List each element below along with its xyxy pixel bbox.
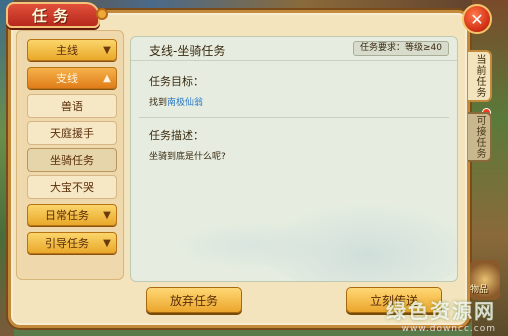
- watermark-main: 绿色资源网: [386, 299, 496, 323]
- chevron-down-icon: ▼: [103, 209, 111, 221]
- tab-current-quests[interactable]: 当前任务: [468, 50, 492, 102]
- item-bag-label: 物品: [470, 285, 489, 295]
- close-icon: ✕: [470, 9, 484, 29]
- menu-subitem-mount-quest[interactable]: 坐骑任务: [27, 148, 117, 172]
- close-button[interactable]: ✕: [462, 4, 492, 34]
- abandon-quest-button[interactable]: 放弃任务: [146, 287, 242, 313]
- tab-available-quests[interactable]: 可接任务: [468, 112, 492, 162]
- tab-label: 可接任务: [474, 115, 485, 159]
- chevron-up-icon: ▲: [103, 72, 111, 84]
- quest-description-label: 任务描述：: [149, 129, 204, 142]
- quest-title: 支线-坐骑任务: [149, 44, 226, 58]
- quest-header: 支线-坐骑任务 任务要求：等级≥40: [131, 37, 457, 61]
- quest-goal-text: 找到南极仙翁: [149, 95, 203, 108]
- menu-category-daily[interactable]: 日常任务 ▼: [27, 204, 117, 226]
- quest-goal-label: 任务目标：: [149, 75, 204, 88]
- chevron-down-icon: ▼: [103, 237, 111, 249]
- quest-goal-prefix: 找到: [149, 98, 168, 108]
- menu-category-label: 主线: [56, 44, 78, 57]
- quest-detail-panel: 支线-坐骑任务 任务要求：等级≥40 任务目标： 找到南极仙翁 任务描述： 坐骑…: [130, 36, 458, 282]
- menu-subitem-label: 坐骑任务: [50, 154, 94, 167]
- quest-requirement-badge: 任务要求：等级≥40: [353, 41, 449, 56]
- window-title-banner: 任务: [6, 2, 100, 28]
- menu-subitem-label: 兽语: [61, 100, 83, 113]
- menu-category-side[interactable]: 支线 ▲: [27, 67, 117, 89]
- menu-category-main[interactable]: 主线 ▼: [27, 39, 117, 61]
- menu-subitem-label: 大宝不哭: [50, 181, 94, 194]
- title-ornament-icon: [96, 8, 108, 20]
- menu-category-label: 支线: [56, 72, 78, 85]
- menu-subitem-heaven-aid[interactable]: 天庭援手: [27, 121, 117, 145]
- section-divider: [139, 117, 449, 118]
- menu-category-guide[interactable]: 引导任务 ▼: [27, 232, 117, 254]
- quest-description-text: 坐骑到底是什么呢?: [149, 152, 226, 162]
- window-title: 任务: [31, 6, 74, 25]
- watermark-url: www.downcc.com: [401, 324, 496, 334]
- watermark: 绿色资源网 www.downcc.com: [386, 295, 496, 334]
- menu-category-label: 引导任务: [45, 237, 89, 250]
- cloud-decoration: [171, 221, 331, 271]
- abandon-quest-label: 放弃任务: [169, 293, 218, 308]
- menu-subitem-beast-language[interactable]: 兽语: [27, 94, 117, 118]
- chevron-down-icon: ▼: [103, 44, 111, 56]
- tab-label: 当前任务: [474, 54, 485, 98]
- quest-category-menu: 主线 ▼ 支线 ▲ 兽语 天庭援手 坐骑任务 大宝不哭 日常任务 ▼ 引导任务 …: [16, 30, 124, 280]
- menu-subitem-label: 天庭援手: [50, 127, 94, 140]
- quest-goal-target-link[interactable]: 南极仙翁: [167, 98, 203, 108]
- menu-category-label: 日常任务: [45, 209, 89, 222]
- menu-subitem-dabao[interactable]: 大宝不哭: [27, 175, 117, 199]
